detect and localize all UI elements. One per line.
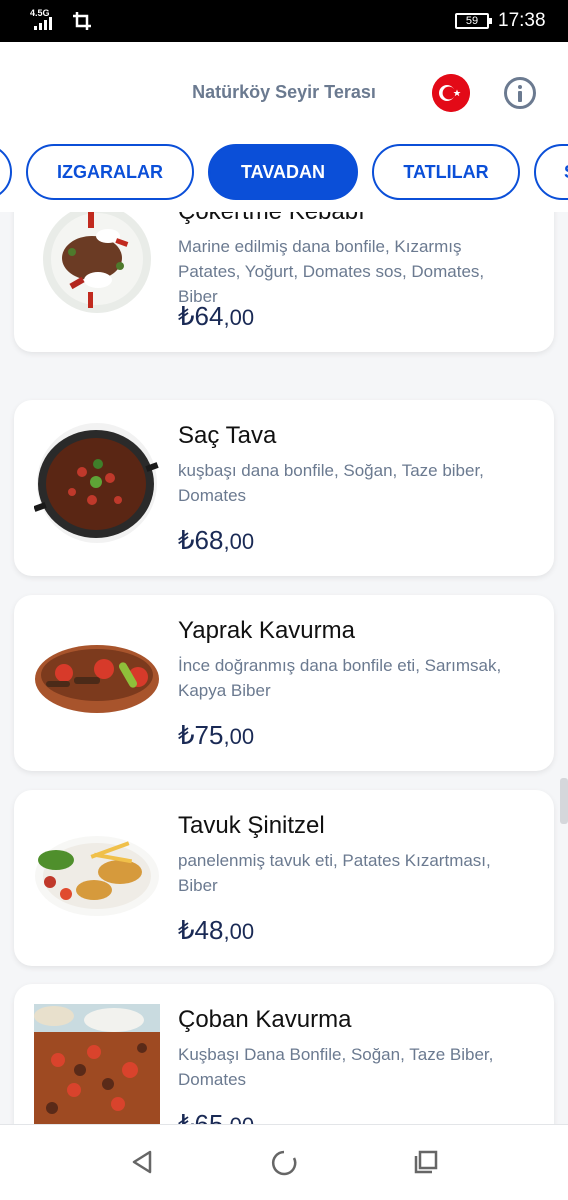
dish-description: Marine edilmiş dana bonfile, Kızarmış Pa… xyxy=(178,237,485,306)
battery-level: 59 xyxy=(465,15,479,27)
price-integer: 64 xyxy=(194,301,224,331)
restaurant-title: Natürköy Seyir Terası xyxy=(192,82,376,102)
menu-item-card[interactable]: Çoban Kavurma Kuşbaşı Dana Bonfile, Soğa… xyxy=(14,984,554,1124)
turkish-flag-icon[interactable] xyxy=(432,74,470,112)
category-tabs: IZGARALAR TAVADAN TATLILAR S xyxy=(0,142,568,212)
dish-price: ₺68,00 xyxy=(178,525,254,556)
recent-apps-icon[interactable] xyxy=(414,1150,438,1174)
dish-image-tavuk-sinitzel xyxy=(35,836,159,916)
dish-description: panelenmiş tavuk eti, Patates Kızartması… xyxy=(178,851,491,895)
dish-price: ₺75,00 xyxy=(178,720,254,751)
price-integer: 65 xyxy=(194,1109,224,1124)
dish-name: Saç Tava xyxy=(178,422,277,449)
system-nav-bar xyxy=(0,1124,568,1200)
price-integer: 68 xyxy=(194,525,224,555)
dish-image-sac-tava xyxy=(34,423,159,543)
currency-symbol: ₺ xyxy=(178,915,195,945)
currency-symbol: ₺ xyxy=(178,1109,195,1124)
dish-image-cokertme xyxy=(43,212,151,313)
dish-description: kuşbaşı dana bonfile, Soğan, Taze biber,… xyxy=(178,461,484,505)
price-decimal: ,00 xyxy=(223,724,255,749)
dish-price: ₺64,00 xyxy=(178,301,254,332)
signal-icon xyxy=(34,17,52,30)
crop-icon xyxy=(73,12,91,30)
info-icon[interactable] xyxy=(504,77,536,109)
dish-name: Çökertme Kebabı xyxy=(178,212,365,226)
price-decimal: ,00 xyxy=(223,305,255,330)
battery-icon: 59 xyxy=(455,13,492,29)
tab-tavadan[interactable]: TAVADAN xyxy=(208,144,358,200)
dish-price: ₺65,00 xyxy=(178,1109,254,1124)
price-decimal: ,00 xyxy=(223,919,255,944)
menu-item-card[interactable]: Tavuk Şinitzel panelenmiş tavuk eti, Pat… xyxy=(14,790,554,966)
price-integer: 75 xyxy=(194,720,224,750)
dish-image-yaprak-kavurma xyxy=(35,645,159,713)
price-integer: 48 xyxy=(194,915,224,945)
tab-next[interactable]: S xyxy=(534,144,568,200)
menu-item-card[interactable]: Çökertme Kebabı Marine edilmiş dana bonf… xyxy=(14,212,554,352)
dish-name: Çoban Kavurma xyxy=(178,1006,352,1033)
dish-name: Tavuk Şinitzel xyxy=(178,812,325,839)
dish-description: İnce doğranmış dana bonfile eti, Sarımsa… xyxy=(178,656,502,700)
tab-izgaralar[interactable]: IZGARALAR xyxy=(26,144,194,200)
status-bar: 4.5G 59 17:38 xyxy=(0,0,568,42)
menu-item-card[interactable]: Yaprak Kavurma İnce doğranmış dana bonfi… xyxy=(14,595,554,771)
dish-description: Kuşbaşı Dana Bonfile, Soğan, Taze Biber,… xyxy=(178,1045,494,1089)
app-header: Natürköy Seyir Terası xyxy=(0,42,568,142)
tab-previous[interactable] xyxy=(0,144,12,200)
dish-image-coban-kavurma xyxy=(34,1004,160,1124)
dish-price: ₺48,00 xyxy=(178,915,254,946)
home-icon[interactable] xyxy=(270,1149,298,1177)
back-icon[interactable] xyxy=(130,1149,154,1175)
price-decimal: ,00 xyxy=(223,529,255,554)
price-decimal: ,00 xyxy=(223,1113,254,1124)
currency-symbol: ₺ xyxy=(178,525,195,555)
scrollbar-thumb[interactable] xyxy=(560,778,568,824)
dish-name: Yaprak Kavurma xyxy=(178,617,355,644)
clock: 17:38 xyxy=(498,10,546,31)
menu-list: Çökertme Kebabı Marine edilmiş dana bonf… xyxy=(0,212,568,1124)
tab-tatlilar[interactable]: TATLILAR xyxy=(372,144,520,200)
currency-symbol: ₺ xyxy=(178,720,195,750)
currency-symbol: ₺ xyxy=(178,301,195,331)
menu-item-card[interactable]: Saç Tava kuşbaşı dana bonfile, Soğan, Ta… xyxy=(14,400,554,576)
